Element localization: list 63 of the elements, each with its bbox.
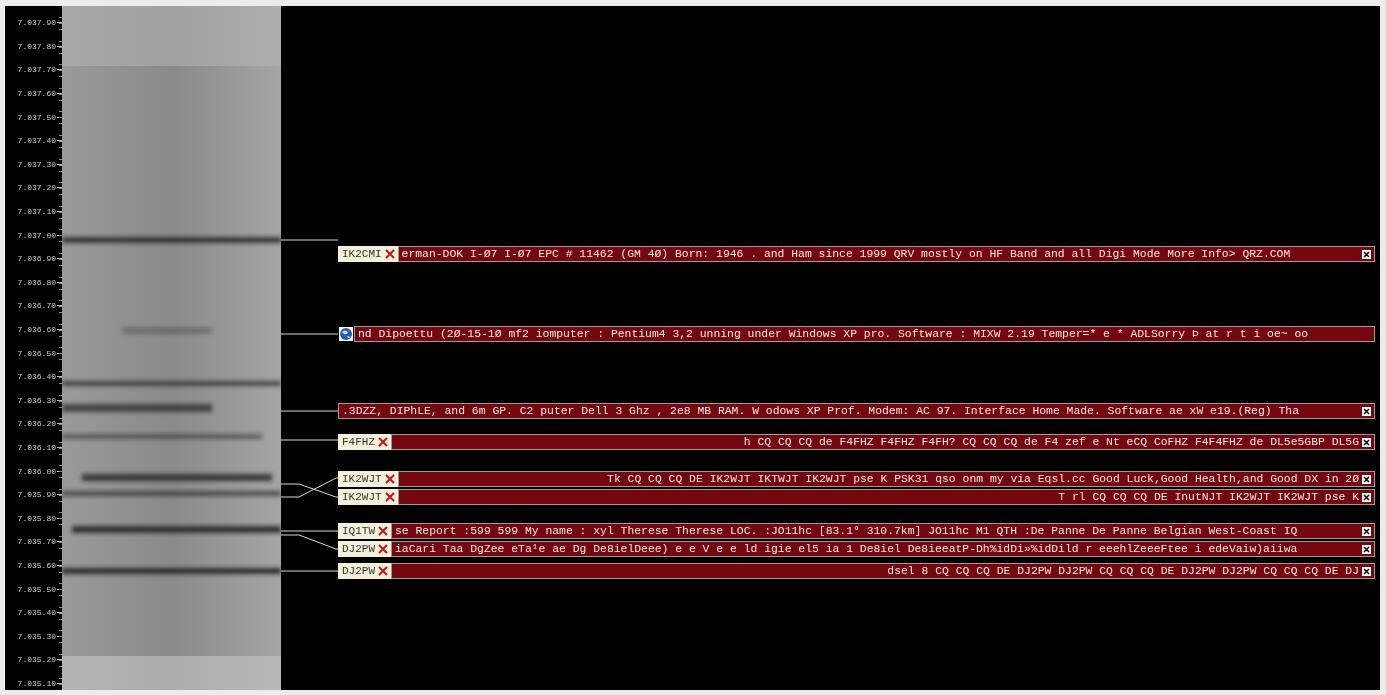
connector-line [281, 239, 339, 241]
callsign-label[interactable]: IK2WJT [338, 489, 398, 505]
frequency-label: 7.036.40 [17, 372, 56, 382]
frequency-label: 7.036.70 [17, 301, 56, 311]
connector-line [281, 534, 339, 550]
frequency-label: 7.036.50 [17, 348, 56, 358]
frequency-label: 7.035.50 [17, 584, 56, 594]
frequency-label: 7.035.10 [17, 678, 56, 688]
frequency-label: 7.037.30 [17, 159, 56, 169]
frequency-label: 7.036.00 [17, 466, 56, 476]
frequency-label: 7.035.20 [17, 655, 56, 665]
decoded-text: Tk CQ CQ CQ DE IK2WJT IKTWJT IK2WJT pse K PSK31 qso onm my via Eqsl.cc Good Luck,Good Health,and Good DX in 2Ø [606, 473, 1359, 485]
decoded-text: T rl CQ CQ CQ DE InutNJT IK2WJT IK2WJT pse K [1057, 491, 1359, 503]
frequency-label: 7.035.30 [17, 631, 56, 641]
close-icon[interactable] [1362, 249, 1371, 259]
close-icon[interactable] [1362, 544, 1371, 554]
close-icon[interactable] [1362, 406, 1371, 416]
frequency-label: 7.036.10 [17, 443, 56, 452]
frequency-label: 7.035.60 [17, 560, 56, 570]
frequency-label: 7.037.60 [17, 89, 56, 99]
callsign-label[interactable]: F4FHZ [338, 434, 391, 450]
frequency-label: 7.037.40 [17, 136, 56, 146]
callsign-label[interactable]: IQ1TW [338, 523, 391, 539]
decoded-text: erman-DOK I-Ø7 I-Ø7 EPC # 11462 (GM 4Ø) Born: 1946 . and Ham since 1999 QRV mostly on HF Band and all Digi Mode More Info> QRZ.COM [401, 248, 1292, 260]
close-icon[interactable] [1362, 566, 1371, 576]
frequency-label: 7.036.80 [17, 277, 56, 287]
callsign-label[interactable]: DJ2PW [338, 563, 391, 579]
decoded-text: dsel 8 CQ CQ CQ DE DJ2PW DJ2PW CQ CQ CQ DE DJ2PW DJ2PW CQ CQ CQ DE DJ [886, 565, 1359, 577]
close-icon[interactable] [1362, 437, 1371, 447]
decoded-text: .3DZZ, DIPhLE, and 6m GP. C2 puter Dell 3 Ghz , 2e8 MB RAM. W odows XP Prof. Modem: AC 97. Interface Home Made. Software ae xW e19.(Reg) Tha [342, 405, 1300, 417]
connector-line [281, 410, 339, 412]
callsign-label[interactable]: IK2WJT [338, 471, 398, 487]
callsign-label[interactable]: DJ2PW [338, 541, 391, 557]
connector-line [281, 477, 339, 498]
frequency-label: 7.036.60 [17, 325, 56, 334]
frequency-label: 7.035.40 [17, 608, 56, 618]
frequency-label: 7.037.80 [17, 41, 56, 51]
connector-line [281, 483, 339, 498]
connector-line [281, 530, 339, 532]
connector-line [281, 439, 339, 441]
decoded-text: h CQ CQ CQ de F4FHZ F4FHZ F4FH? CQ CQ CQ de F4 zef e Nt eCQ CoFHZ F4F4FHZ de DL5e5GBP DL5G [742, 436, 1359, 448]
frequency-label: 7.035.90 [17, 490, 56, 500]
decoded-text: iaCari Taa DgZee eTa¹e ae Dg De8ielDeee) e e V e e ld igie el5 ia 1 De8iel De8ieeatP-Dh%idDi»%idDild r eeehlZeeeFtee i edeVaiw)aiiwa [395, 543, 1299, 555]
connector-line [281, 333, 339, 335]
frequency-label: 7.037.50 [17, 112, 56, 122]
frequency-label: 7.037.20 [17, 183, 56, 193]
frequency-label: 7.035.70 [17, 537, 56, 547]
close-icon[interactable] [1362, 474, 1371, 484]
frequency-label: 7.036.20 [17, 419, 56, 429]
frequency-label: 7.036.30 [17, 395, 56, 405]
close-icon[interactable] [1362, 526, 1371, 536]
decoded-text: se Report :599 599 My name : xyl Therese Therese LOC. :JO11hc [83.1° 310.7km] JO11hc M1 QTH :De Panne De Panne Belgian West-Coast IQ [395, 525, 1299, 537]
callsign-label[interactable]: IK2CMI [338, 246, 398, 262]
frequency-label: 7.037.90 [17, 18, 56, 28]
connector-line [281, 570, 339, 572]
frequency-label: 7.037.10 [17, 207, 56, 217]
decoded-text: nd Dipoettu (2Ø-15-1Ø mf2 iomputer : Pentium4 3,2 unning under Windows XP pro. Software : MIXW 2.19 Temper=* e * ADLSorry Þ at r t i oe~ oo [358, 328, 1310, 340]
frequency-label: 7.035.80 [17, 513, 56, 523]
frequency-label: 7.037.70 [17, 65, 56, 75]
close-icon[interactable] [1362, 492, 1371, 502]
globe-icon[interactable] [339, 327, 353, 341]
frequency-label: 7.037.00 [17, 230, 56, 240]
frequency-label: 7.036.90 [17, 254, 56, 264]
